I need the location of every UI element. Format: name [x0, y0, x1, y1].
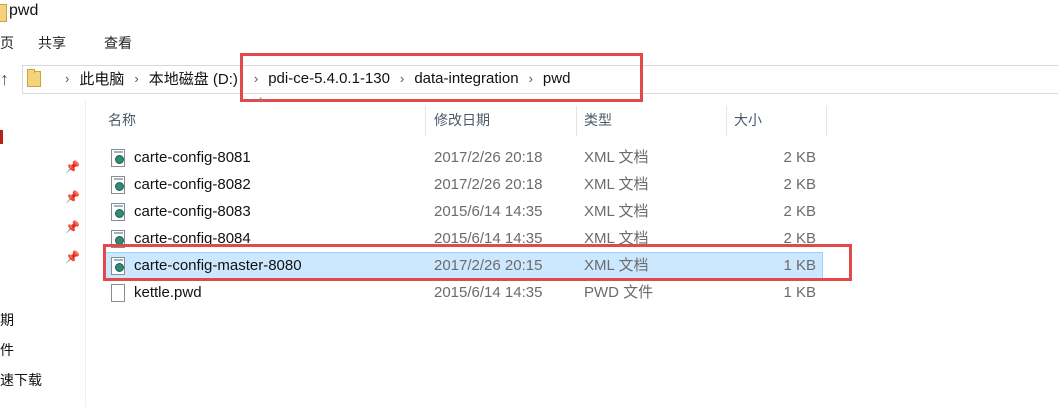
highlight-box-path: [240, 53, 643, 102]
file-type: XML 文档: [584, 149, 649, 166]
file-name: kettle.pwd: [134, 284, 202, 301]
column-divider[interactable]: [726, 106, 727, 136]
pin-icon[interactable]: 📌: [65, 160, 80, 174]
ribbon-tab-share[interactable]: 共享: [38, 33, 66, 53]
chevron-right-icon[interactable]: ›: [134, 71, 138, 86]
file-name: carte-config-8083: [134, 203, 251, 220]
nav-item-recent[interactable]: 期: [0, 310, 14, 330]
crumb-local-disk[interactable]: 本地磁盘 (D:): [149, 68, 238, 89]
column-divider[interactable]: [826, 106, 827, 136]
file-type: XML 文档: [584, 203, 649, 220]
file-name: carte-config-8081: [134, 149, 251, 166]
file-size: 2 KB: [783, 149, 816, 166]
xml-file-icon: [111, 176, 125, 194]
highlight-box-file: [103, 244, 852, 281]
column-header-size[interactable]: 大小: [734, 106, 762, 134]
nav-item-files[interactable]: 件: [0, 340, 14, 360]
file-size: 2 KB: [783, 203, 816, 220]
file-row[interactable]: kettle.pwd 2015/6/14 14:35 PWD 文件 1 KB: [106, 280, 822, 306]
up-arrow-icon[interactable]: ↑: [0, 64, 20, 94]
column-header-type[interactable]: 类型: [584, 106, 612, 134]
column-divider[interactable]: [425, 106, 426, 136]
column-header-date[interactable]: 修改日期: [434, 106, 490, 134]
file-row[interactable]: carte-config-8083 2015/6/14 14:35 XML 文档…: [106, 199, 822, 225]
chevron-right-icon[interactable]: ›: [65, 71, 69, 86]
pin-icon[interactable]: 📌: [65, 220, 80, 234]
column-divider[interactable]: [576, 106, 577, 136]
file-size: 2 KB: [783, 176, 816, 193]
xml-file-icon: [111, 203, 125, 221]
file-date: 2017/2/26 20:18: [434, 149, 543, 166]
file-date: 2015/6/14 14:35: [434, 203, 543, 220]
pin-icon[interactable]: 📌: [65, 250, 80, 264]
folder-icon: [27, 68, 41, 87]
file-name: carte-config-8082: [134, 176, 251, 193]
file-size: 1 KB: [783, 284, 816, 301]
ribbon-tab-home[interactable]: 页: [0, 33, 14, 53]
pin-icon[interactable]: 📌: [65, 190, 80, 204]
generic-file-icon: [111, 284, 125, 302]
ribbon-tab-view[interactable]: 查看: [104, 33, 132, 53]
file-date: 2017/2/26 20:18: [434, 176, 543, 193]
nav-item-marker: [0, 130, 3, 144]
sort-caret-icon: ^: [258, 96, 264, 108]
file-type: PWD 文件: [584, 284, 654, 301]
file-date: 2015/6/14 14:35: [434, 284, 543, 301]
nav-pane-divider: [85, 100, 86, 407]
column-header-name[interactable]: 名称: [108, 106, 136, 134]
file-row[interactable]: carte-config-8081 2017/2/26 20:18 XML 文档…: [106, 145, 822, 171]
nav-item-downloads[interactable]: 速下载: [0, 370, 42, 390]
window-title: pwd: [9, 2, 39, 19]
xml-file-icon: [111, 149, 125, 167]
crumb-this-pc[interactable]: 此电脑: [79, 68, 124, 89]
folder-icon: [0, 4, 7, 22]
file-row[interactable]: carte-config-8082 2017/2/26 20:18 XML 文档…: [106, 172, 822, 198]
file-type: XML 文档: [584, 176, 649, 193]
